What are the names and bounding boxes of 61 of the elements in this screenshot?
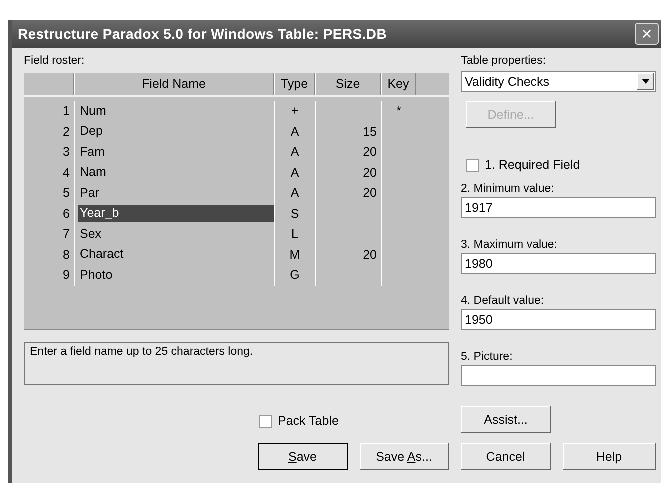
row-number: 1 bbox=[62, 103, 71, 120]
row-number: 6 bbox=[62, 206, 71, 223]
field-name-cell[interactable]: Year_b bbox=[78, 205, 274, 222]
window-title: Restructure Paradox 5.0 for Windows Table: PERS.DB bbox=[18, 26, 388, 42]
save-button[interactable]: Save bbox=[258, 443, 348, 470]
close-button[interactable]: × bbox=[635, 23, 659, 45]
type-cell: A bbox=[274, 142, 315, 162]
required-field-label: 1. Required Field bbox=[485, 158, 580, 172]
cancel-button[interactable]: Cancel bbox=[461, 443, 551, 470]
table-properties-label: Table properties: bbox=[461, 54, 548, 68]
field-name-cell[interactable]: Charact bbox=[78, 246, 274, 264]
field-name-cell[interactable]: Nam bbox=[78, 164, 274, 182]
type-cell: A bbox=[274, 162, 315, 183]
field-name-cell[interactable]: Fam bbox=[78, 144, 274, 161]
column-header: Key bbox=[381, 73, 416, 95]
row-number: 5 bbox=[62, 185, 71, 202]
pack-table-label: Pack Table bbox=[278, 414, 339, 428]
field-name-cell[interactable]: Par bbox=[78, 184, 274, 202]
type-cell: A bbox=[274, 183, 315, 204]
help-button[interactable]: Help bbox=[562, 443, 656, 470]
row-number: 8 bbox=[62, 246, 71, 264]
row-number: 2 bbox=[62, 124, 71, 141]
column-header: Type bbox=[274, 73, 315, 95]
field-label: 4. Default value: bbox=[461, 294, 546, 308]
type-cell: A bbox=[274, 122, 315, 142]
value-field[interactable]: 1950 bbox=[461, 309, 656, 330]
value-field[interactable]: 1917 bbox=[461, 197, 656, 218]
table-properties-dropdown[interactable]: Validity Checks bbox=[461, 71, 656, 92]
required-field-checkbox[interactable] bbox=[466, 158, 479, 172]
pack-table-checkbox[interactable] bbox=[259, 414, 272, 428]
type-cell: G bbox=[274, 265, 315, 286]
column-header: Size bbox=[315, 73, 381, 95]
type-cell: L bbox=[274, 224, 315, 244]
field-name-cell[interactable]: Num bbox=[78, 102, 274, 120]
type-cell: M bbox=[274, 244, 315, 265]
field-name-cell[interactable]: Sex bbox=[78, 226, 274, 243]
field-label: 5. Picture: bbox=[461, 350, 514, 364]
assist-button[interactable]: Assist... bbox=[461, 406, 551, 433]
field-label: 2. Minimum value: bbox=[461, 182, 556, 196]
row-number: 9 bbox=[62, 267, 71, 284]
column-header: Field Name bbox=[74, 73, 274, 95]
value-field[interactable] bbox=[461, 365, 656, 386]
size-cell: 20 bbox=[315, 244, 381, 265]
row-number: 7 bbox=[62, 226, 71, 244]
type-cell: S bbox=[274, 204, 315, 224]
key-cell: * bbox=[381, 101, 416, 122]
size-cell: 20 bbox=[315, 142, 381, 162]
field-name-cell[interactable]: Photo bbox=[78, 266, 274, 284]
dropdown-arrow-icon bbox=[642, 79, 650, 84]
size-cell: 15 bbox=[315, 122, 381, 142]
row-number: 4 bbox=[62, 164, 71, 182]
row-number: 3 bbox=[62, 144, 71, 162]
hint-message: Enter a field name up to 25 characters long. bbox=[24, 342, 449, 385]
field-label: 3. Maximum value: bbox=[461, 238, 559, 252]
field-name-cell[interactable]: Dep bbox=[78, 123, 274, 140]
save-button[interactable]: Save As... bbox=[360, 443, 449, 470]
size-cell: 20 bbox=[315, 183, 381, 204]
field-roster-label: Field roster: bbox=[24, 54, 86, 68]
type-cell: + bbox=[274, 101, 315, 122]
size-cell: 20 bbox=[315, 162, 381, 183]
value-field[interactable]: 1980 bbox=[461, 253, 656, 274]
